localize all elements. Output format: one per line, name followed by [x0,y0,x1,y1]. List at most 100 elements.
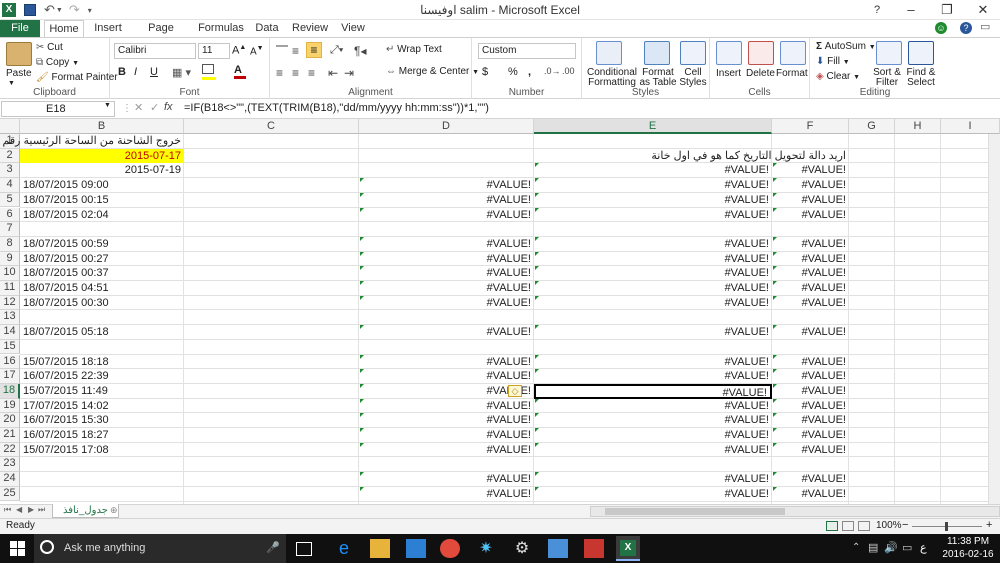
cell-f1[interactable] [772,134,849,149]
excel-taskbar-icon[interactable]: X [616,536,640,561]
column-header-d[interactable]: D [359,119,534,134]
cell-f10[interactable]: #VALUE! [772,266,849,281]
column-header-g[interactable]: G [849,119,895,134]
increase-indent-icon[interactable]: ⇥ [344,66,354,80]
row-header[interactable]: 8 [0,236,20,252]
cell-e11[interactable]: #VALUE! [534,281,772,296]
column-header-h[interactable]: H [895,119,941,134]
sheet-nav-next-icon[interactable]: ▶ [28,505,34,514]
file-explorer-icon[interactable] [370,539,390,558]
cell-d25[interactable]: #VALUE! [359,487,534,502]
cell-e6[interactable]: #VALUE! [534,208,772,223]
format-table-icon[interactable] [644,41,670,65]
settings-gear-icon[interactable]: ⚙ [512,539,532,558]
rtl-icon[interactable]: ¶◂ [354,44,366,58]
clock-date[interactable]: 2016-02-16 [942,549,994,560]
italic-button[interactable]: I [134,66,137,78]
align-left-icon[interactable]: ≡ [276,66,283,80]
format-painter-button[interactable]: Format Painter [51,72,117,83]
cell-styles-button[interactable]: Cell Styles [678,68,708,88]
cell-b16[interactable]: 15/07/2015 18:18 [20,355,184,370]
cell-e19[interactable]: #VALUE! [534,399,772,414]
cell-b14[interactable]: 18/07/2015 05:18 [20,325,184,340]
cell-styles-icon[interactable] [680,41,706,65]
name-box-dropdown-icon[interactable]: ▼ [104,102,111,109]
zoom-in-icon[interactable]: + [986,518,992,532]
align-right-icon[interactable]: ≡ [308,66,315,80]
close-button[interactable]: ✕ [966,0,1000,20]
cortana-search-box[interactable]: Ask me anything 🎤 [34,534,286,563]
cell-b6[interactable]: 18/07/2015 02:04 [20,208,184,223]
clock-time[interactable]: 11:38 PM [942,536,994,547]
cell-e3[interactable]: #VALUE! [534,163,772,178]
row-header[interactable]: 16 [0,354,20,370]
format-cells-icon[interactable] [780,41,806,65]
help-icon[interactable]: ? [960,22,972,34]
cell-f16[interactable]: #VALUE! [772,355,849,370]
shrink-font-icon[interactable]: A▼ [250,45,264,57]
underline-button[interactable]: U [150,66,158,78]
worksheet-grid[interactable]: A B C D E F G H I 1خروج الشاحنة من الساح… [0,119,1000,504]
align-center-icon[interactable]: ≡ [292,66,299,80]
cell-e5[interactable]: #VALUE! [534,193,772,208]
cell-f24[interactable]: #VALUE! [772,472,849,487]
cell-d13[interactable] [359,310,534,325]
cell-e16[interactable]: #VALUE! [534,355,772,370]
error-smart-tag-icon[interactable]: ◇ [508,384,522,397]
volume-icon[interactable]: 🔊 [884,541,898,554]
currency-button[interactable]: $ [482,66,488,78]
cell-f8[interactable]: #VALUE! [772,237,849,252]
comma-button[interactable]: , [528,66,531,78]
row-header[interactable]: 11 [0,281,20,296]
cell-f19[interactable]: #VALUE! [772,399,849,414]
row-header[interactable]: 23 [0,457,20,473]
cell-b3[interactable]: 2015-07-19 [20,163,184,178]
cell-e13[interactable] [534,310,772,325]
cell-b19[interactable]: 17/07/2015 14:02 [20,399,184,414]
cell-b18[interactable]: 15/07/2015 11:49 [20,384,184,399]
cell-b12[interactable]: 18/07/2015 00:30 [20,296,184,311]
zoom-out-icon[interactable]: − [902,518,908,532]
input-language[interactable]: ع [920,541,927,554]
column-header-f[interactable]: F [772,119,849,134]
cell-d9[interactable]: #VALUE! [359,252,534,267]
row-header[interactable]: 9 [0,251,20,267]
cell-b13[interactable] [20,310,184,325]
decrease-indent-icon[interactable]: ⇤ [328,66,338,80]
microphone-icon[interactable]: 🎤 [266,541,280,554]
delete-cells-button[interactable]: Delete [746,68,775,79]
borders-icon[interactable]: ▦ ▾ [172,66,191,79]
cell-b2[interactable]: 2015-07-17 [20,148,184,164]
cell-b1[interactable]: خروج الشاحنة من الساحة الرئيسية رقم (1) [0,134,184,149]
align-middle-icon[interactable]: ≡ [292,44,299,58]
cell-d5[interactable]: #VALUE! [359,193,534,208]
store-icon[interactable] [406,539,426,558]
tab-review[interactable]: Review [292,20,328,38]
zoom-slider-thumb[interactable] [945,522,948,531]
autosum-button[interactable]: AutoSum [825,41,866,52]
cell-b15[interactable] [20,340,184,355]
cell-d8[interactable]: #VALUE! [359,237,534,252]
minimize-ribbon-icon[interactable]: ▭ [980,20,990,33]
page-break-view-icon[interactable] [858,521,870,531]
network-icon[interactable]: ▤ [868,541,878,554]
cell-b21[interactable]: 16/07/2015 18:27 [20,428,184,443]
row-header[interactable]: 18 [0,383,20,399]
row-header[interactable]: 17 [0,369,20,384]
row-header[interactable]: 3 [0,163,20,179]
cell-f6[interactable]: #VALUE! [772,208,849,223]
cell-f2[interactable]: اريد دالة لتحويل التاريخ كما هو في اول خ… [534,149,849,164]
cell-e20[interactable]: #VALUE! [534,413,772,428]
cell-d11[interactable]: #VALUE! [359,281,534,296]
font-color-icon[interactable]: A [234,64,246,79]
tab-page-layout[interactable]: Page Layout [132,20,190,51]
edge-icon[interactable]: e [334,539,354,558]
fill-button[interactable]: Fill [827,56,840,67]
cell-d7[interactable] [359,222,534,237]
decrease-decimal-icon[interactable]: .00 [562,66,575,76]
cell-f22[interactable]: #VALUE! [772,443,849,458]
cell-e24[interactable]: #VALUE! [534,472,772,487]
cell-b9[interactable]: 18/07/2015 00:27 [20,252,184,267]
sheet-nav-last-icon[interactable]: ⏭ [38,505,45,515]
sort-filter-icon[interactable] [876,41,902,65]
